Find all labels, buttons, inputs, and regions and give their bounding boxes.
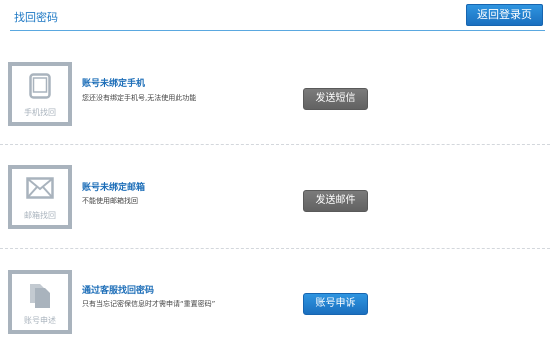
appeal-label: 账号申述: [24, 316, 56, 325]
header-divider: [10, 30, 545, 31]
email-option-title: 账号未绑定邮箱: [82, 183, 146, 193]
phone-recovery-label: 手机找回: [24, 108, 56, 117]
phone-option-description: 您还没有绑定手机号,无法使用此功能: [82, 94, 197, 102]
back-to-login-button[interactable]: 返回登录页: [466, 4, 543, 26]
appeal-box: 账号申述: [8, 270, 72, 334]
option-phone: 手机找回 账号未绑定手机 您还没有绑定手机号,无法使用此功能 发送短信: [0, 60, 550, 160]
service-option-title: 通过客服找回密码: [82, 286, 155, 296]
phone-recovery-box: 手机找回: [8, 62, 72, 126]
page-title: 找回密码: [14, 11, 58, 24]
email-option-description: 不能使用邮箱找回: [82, 197, 138, 205]
email-recovery-label: 邮箱找回: [24, 211, 56, 220]
phone-icon: [29, 73, 51, 99]
option-email: 邮箱找回 账号未绑定邮箱 不能使用邮箱找回 发送邮件: [0, 165, 550, 265]
documents-icon: [30, 284, 50, 308]
service-option-description: 只有当忘记密保信息时才需申请“重置密码”: [82, 300, 216, 308]
email-recovery-box: 邮箱找回: [8, 165, 72, 229]
section-divider: [0, 248, 550, 249]
header: 找回密码 返回登录页: [0, 0, 550, 32]
account-appeal-button[interactable]: 账号申诉: [303, 293, 368, 315]
send-email-button[interactable]: 发送邮件: [303, 190, 368, 212]
section-divider: [0, 144, 550, 145]
option-service: 账号申述 通过客服找回密码 只有当忘记密保信息时才需申请“重置密码” 账号申诉: [0, 268, 550, 354]
envelope-icon: [26, 177, 54, 199]
send-sms-button[interactable]: 发送短信: [303, 88, 368, 110]
phone-option-title: 账号未绑定手机: [82, 79, 146, 89]
